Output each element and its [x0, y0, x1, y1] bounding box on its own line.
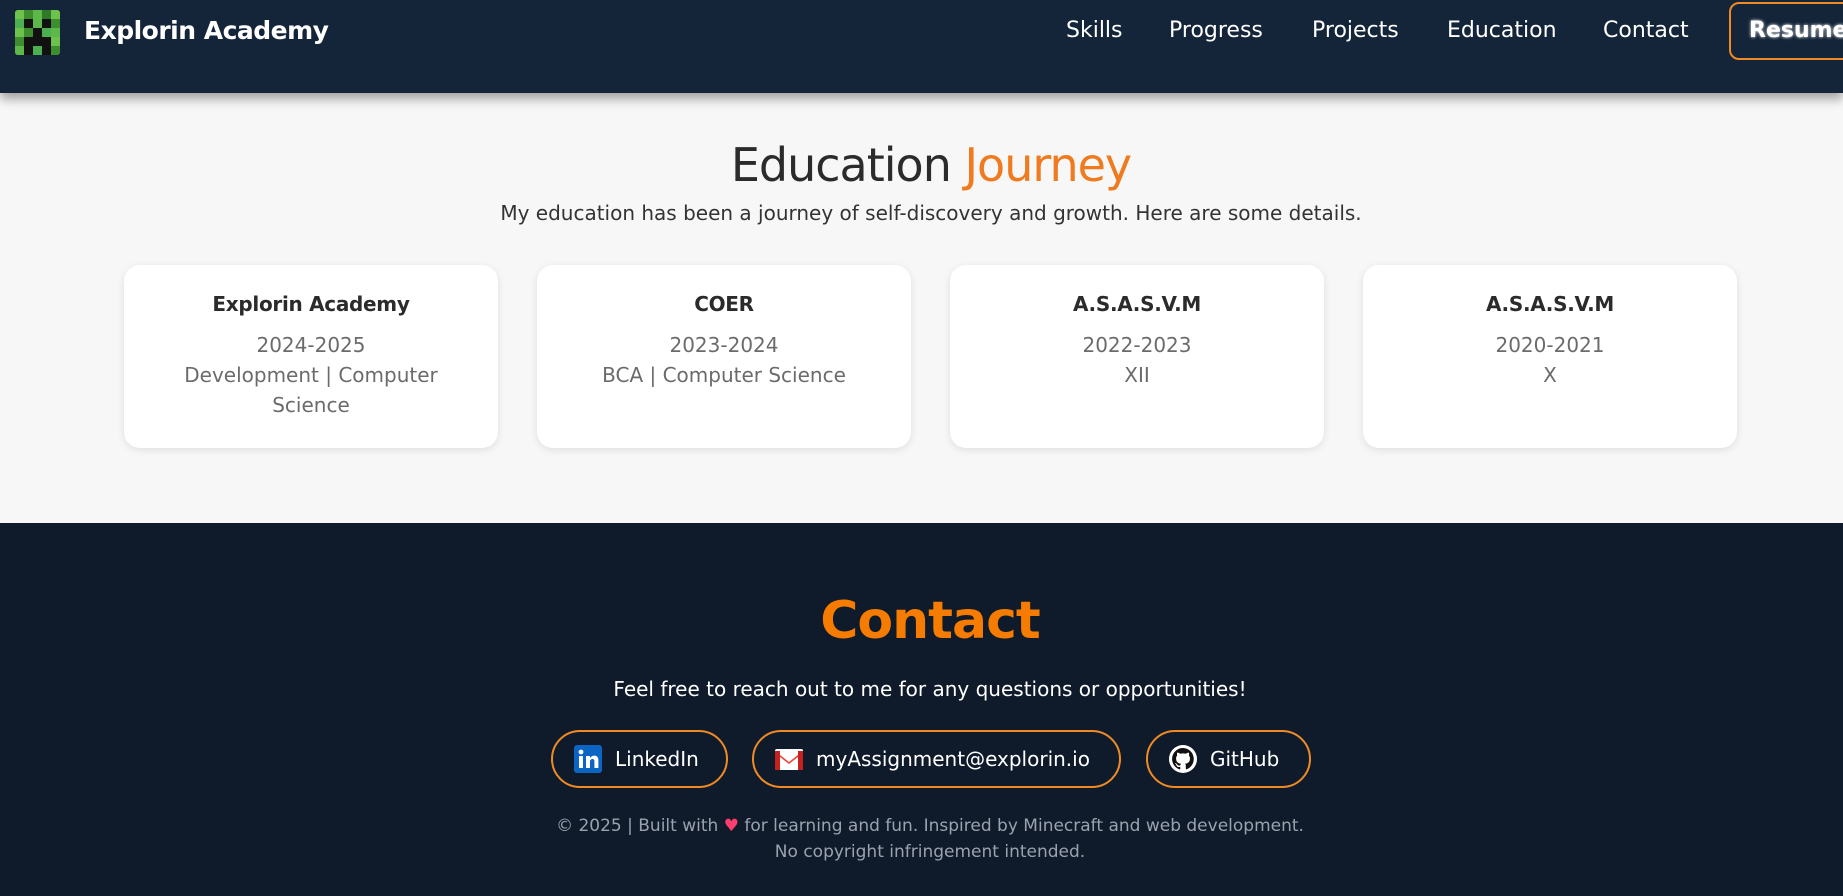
institution-name: A.S.A.S.V.M	[1073, 292, 1201, 316]
education-detail: Development | Computer Science	[184, 363, 438, 417]
education-title-main: Education	[730, 138, 952, 192]
nav-projects[interactable]: Projects	[1312, 18, 1399, 43]
contact-section: Contact Feel free to reach out to me for…	[0, 523, 1843, 896]
navbar: Explorin Academy Skills Progress Project…	[0, 0, 1843, 93]
gmail-icon	[774, 744, 804, 774]
footer-suffix: for learning and fun. Inspired by Minecr…	[744, 816, 1304, 836]
education-years: 2023-2024	[669, 333, 779, 357]
education-years: 2024-2025	[256, 333, 366, 357]
education-card: COER 2023-2024 BCA | Computer Science	[537, 265, 911, 448]
github-button[interactable]: GitHub	[1146, 730, 1311, 788]
footer-line-1: © 2025 | Built with ♥ for learning and f…	[0, 816, 1843, 836]
institution-name: COER	[694, 292, 754, 316]
nav-progress[interactable]: Progress	[1169, 18, 1263, 43]
nav-education[interactable]: Education	[1447, 18, 1557, 43]
footer-line-2: No copyright infringement intended.	[774, 842, 1086, 862]
resume-button[interactable]: Resume	[1729, 2, 1843, 60]
nav-contact[interactable]: Contact	[1603, 18, 1689, 43]
education-card: A.S.A.S.V.M 2022-2023 XII	[950, 265, 1324, 448]
education-card: Explorin Academy 2024-2025 Development |…	[124, 265, 498, 448]
email-label: myAssignment@explorin.io	[816, 747, 1090, 771]
creeper-icon[interactable]	[15, 10, 60, 55]
institution-name: A.S.A.S.V.M	[1486, 292, 1614, 316]
brand-name[interactable]: Explorin Academy	[84, 16, 329, 45]
linkedin-button[interactable]: LinkedIn	[551, 730, 728, 788]
footer-prefix: © 2025 | Built with	[556, 816, 719, 836]
linkedin-icon	[573, 744, 603, 774]
education-subtitle: My education has been a journey of self-…	[500, 201, 1362, 225]
education-years: 2020-2021	[1495, 333, 1605, 357]
education-detail: BCA | Computer Science	[602, 363, 846, 387]
contact-subtitle: Feel free to reach out to me for any que…	[613, 677, 1247, 701]
education-title-accent: Journey	[964, 138, 1132, 192]
education-section: Education Journey My education has been …	[0, 93, 1843, 523]
github-icon	[1168, 744, 1198, 774]
education-detail: X	[1543, 363, 1557, 387]
institution-name: Explorin Academy	[212, 292, 410, 316]
github-label: GitHub	[1210, 747, 1280, 771]
linkedin-label: LinkedIn	[615, 747, 699, 771]
contact-title: Contact	[820, 591, 1041, 651]
education-detail: XII	[1124, 363, 1150, 387]
education-card: A.S.A.S.V.M 2020-2021 X	[1363, 265, 1737, 448]
heart-icon: ♥	[723, 816, 739, 836]
email-button[interactable]: myAssignment@explorin.io	[752, 730, 1121, 788]
education-title: Education Journey	[0, 138, 1843, 192]
education-years: 2022-2023	[1082, 333, 1192, 357]
nav-skills[interactable]: Skills	[1066, 18, 1123, 43]
